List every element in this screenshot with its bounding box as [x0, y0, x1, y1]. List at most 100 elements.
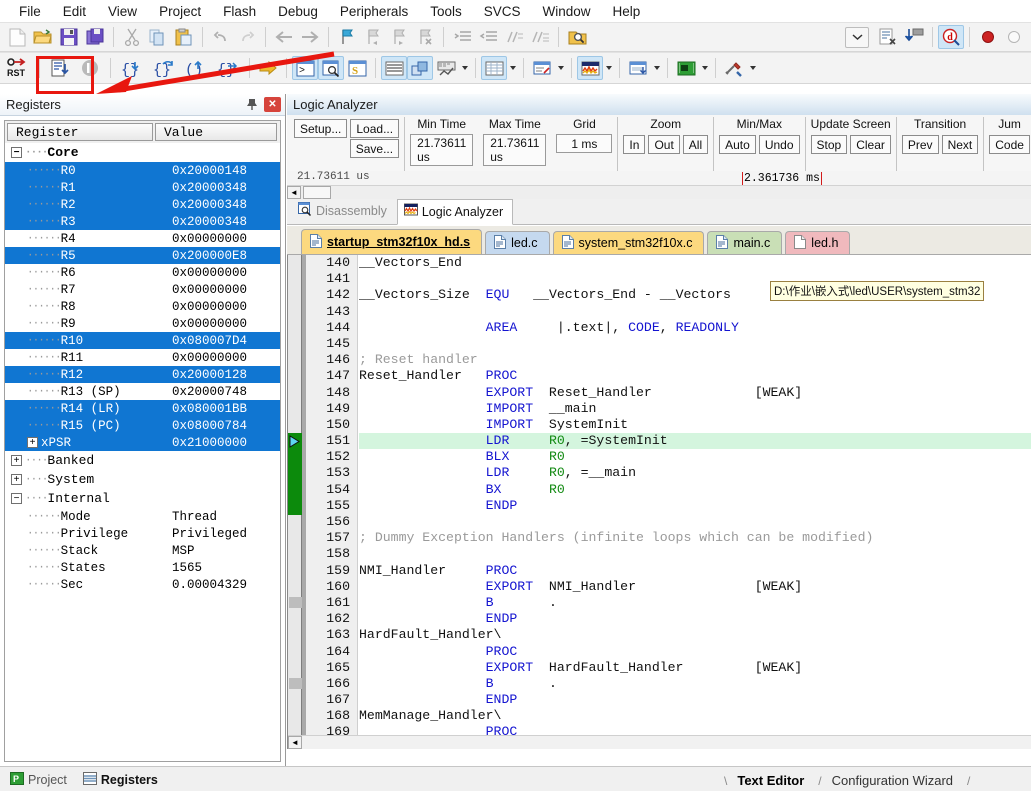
- transition-prev-button[interactable]: Prev: [901, 135, 939, 154]
- menu-item-flash[interactable]: Flash: [212, 2, 267, 21]
- expander-xpsr[interactable]: +: [27, 437, 38, 448]
- pin-icon[interactable]: [244, 97, 260, 113]
- minmax-auto-button[interactable]: Auto: [719, 135, 756, 154]
- code-line[interactable]: Reset_Handler PROC: [359, 368, 1031, 384]
- start-debug-icon[interactable]: d: [938, 25, 964, 49]
- new-file-icon[interactable]: [4, 25, 30, 49]
- code-line[interactable]: [359, 514, 1031, 530]
- uncomment-icon[interactable]: [527, 25, 553, 49]
- column-header-register[interactable]: Register: [7, 123, 153, 141]
- file-tab[interactable]: led.c: [485, 231, 550, 254]
- minmax-undo-button[interactable]: Undo: [758, 135, 800, 154]
- register-row[interactable]: ······ R4 0x00000000: [5, 230, 280, 247]
- file-tab[interactable]: system_stm32f10x.c: [552, 231, 705, 254]
- command-window-icon[interactable]: >: [292, 56, 318, 80]
- code-line[interactable]: IMPORT __main: [359, 401, 1031, 417]
- registers-group-system[interactable]: + ···· System: [5, 470, 280, 489]
- menu-item-project[interactable]: Project: [148, 2, 212, 21]
- editor-code-area[interactable]: __Vectors_End __Vectors_Size EQU __Vecto…: [359, 255, 1031, 749]
- tab-logic-analyzer[interactable]: Logic Analyzer: [396, 199, 514, 225]
- show-next-statement-icon[interactable]: [255, 56, 281, 80]
- code-line[interactable]: [359, 304, 1031, 320]
- system-viewer-icon[interactable]: [673, 56, 699, 80]
- code-line[interactable]: ENDP: [359, 692, 1031, 708]
- grid-field[interactable]: 1 ms: [556, 134, 613, 153]
- bookmark-next-icon[interactable]: [386, 25, 412, 49]
- code-line[interactable]: EXPORT HardFault_Handler [WEAK]: [359, 660, 1031, 676]
- update-clear-button[interactable]: Clear: [850, 135, 891, 154]
- zoom-out-button[interactable]: Out: [648, 135, 680, 154]
- max-time-field[interactable]: 21.73611 us: [483, 134, 547, 166]
- setup-button[interactable]: Setup...: [294, 119, 348, 138]
- save-icon[interactable]: [56, 25, 82, 49]
- code-line[interactable]: EXPORT NMI_Handler [WEAK]: [359, 579, 1031, 595]
- register-row[interactable]: ······ R12 0x20000128: [5, 366, 280, 383]
- outdent-icon[interactable]: [475, 25, 501, 49]
- run-icon[interactable]: [45, 56, 75, 80]
- serial-dropdown-icon[interactable]: [555, 56, 566, 80]
- memory-window-icon[interactable]: [481, 56, 507, 80]
- code-line[interactable]: IMPORT SystemInit: [359, 417, 1031, 433]
- expander-banked[interactable]: +: [11, 455, 22, 466]
- insert-breakpoint-icon[interactable]: [975, 25, 1001, 49]
- status-tab-registers[interactable]: Registers: [77, 769, 166, 790]
- internal-row[interactable]: ······ Stack MSP: [5, 542, 280, 559]
- load-button[interactable]: Load...: [350, 119, 400, 138]
- editor-hscrollbar[interactable]: ◄: [288, 735, 1031, 749]
- code-line[interactable]: B .: [359, 595, 1031, 611]
- register-row[interactable]: ······ R1 0x20000348: [5, 179, 280, 196]
- code-line[interactable]: ENDP: [359, 611, 1031, 627]
- expander-system[interactable]: +: [11, 474, 22, 485]
- expander-core[interactable]: −: [11, 147, 22, 158]
- zoom-all-button[interactable]: All: [682, 135, 709, 154]
- register-row[interactable]: ······ R8 0x00000000: [5, 298, 280, 315]
- code-line[interactable]: B .: [359, 676, 1031, 692]
- registers-group-core[interactable]: − ···· Core: [5, 143, 280, 162]
- editor-breakpoint-gutter[interactable]: [288, 255, 302, 749]
- stop-icon[interactable]: [75, 56, 105, 80]
- trace-window-icon[interactable]: [625, 56, 651, 80]
- redo-icon[interactable]: [234, 25, 260, 49]
- register-row[interactable]: ······ R3 0x20000348: [5, 213, 280, 230]
- code-editor[interactable]: 140 141 142 143 144 145 146 147 148 149 150 151 152 1…: [287, 255, 1031, 749]
- disassembly-window-icon[interactable]: [318, 56, 344, 80]
- update-stop-button[interactable]: Stop: [810, 135, 848, 154]
- register-row[interactable]: ······ R2 0x20000348: [5, 196, 280, 213]
- register-row[interactable]: ······ R7 0x00000000: [5, 281, 280, 298]
- code-line[interactable]: MemManage_Handler\: [359, 708, 1031, 724]
- build-target-icon[interactable]: [875, 25, 901, 49]
- status-tab-text-editor[interactable]: Text Editor: [727, 771, 818, 790]
- close-icon[interactable]: ✕: [264, 97, 281, 112]
- register-row[interactable]: ······ R0 0x20000148: [5, 162, 280, 179]
- watch-dropdown-icon[interactable]: [459, 56, 470, 80]
- status-tab-configuration-wizard[interactable]: Configuration Wizard: [822, 771, 967, 790]
- code-line[interactable]: [359, 546, 1031, 562]
- step-out-icon[interactable]: (): [180, 56, 212, 80]
- code-line[interactable]: LDR R0, =SystemInit: [359, 433, 1031, 450]
- zoom-in-button[interactable]: In: [623, 135, 646, 154]
- code-line[interactable]: ; Reset handler: [359, 352, 1031, 368]
- menu-item-tools[interactable]: Tools: [419, 2, 473, 21]
- code-line[interactable]: [359, 336, 1031, 352]
- file-tab[interactable]: startup_stm32f10x_hd.s: [301, 229, 483, 254]
- jump-code-button[interactable]: Code: [989, 135, 1030, 154]
- step-over-icon[interactable]: {}: [148, 56, 180, 80]
- download-icon[interactable]: [901, 25, 927, 49]
- watch-window-icon[interactable]: [433, 56, 459, 80]
- analysis-window-icon[interactable]: [577, 56, 603, 80]
- file-tab[interactable]: main.c: [707, 231, 783, 254]
- bookmark-marker-166[interactable]: [289, 678, 302, 689]
- register-row[interactable]: ······ R10 0x080007D4: [5, 332, 280, 349]
- status-tab-project[interactable]: P Project: [4, 769, 75, 790]
- internal-row[interactable]: ······ States 1565: [5, 559, 280, 576]
- find-in-files-icon[interactable]: [564, 25, 590, 49]
- bookmark-clear-icon[interactable]: [412, 25, 438, 49]
- menu-item-file[interactable]: File: [8, 2, 52, 21]
- editor-scroll-left-arrow[interactable]: ◄: [288, 736, 302, 749]
- transition-next-button[interactable]: Next: [941, 135, 979, 154]
- copy-icon[interactable]: [145, 25, 171, 49]
- registers-window-icon[interactable]: [381, 56, 407, 80]
- register-row[interactable]: + xPSR 0x21000000: [5, 434, 280, 451]
- registers-group-banked[interactable]: + ···· Banked: [5, 451, 280, 470]
- code-line[interactable]: ENDP: [359, 498, 1031, 514]
